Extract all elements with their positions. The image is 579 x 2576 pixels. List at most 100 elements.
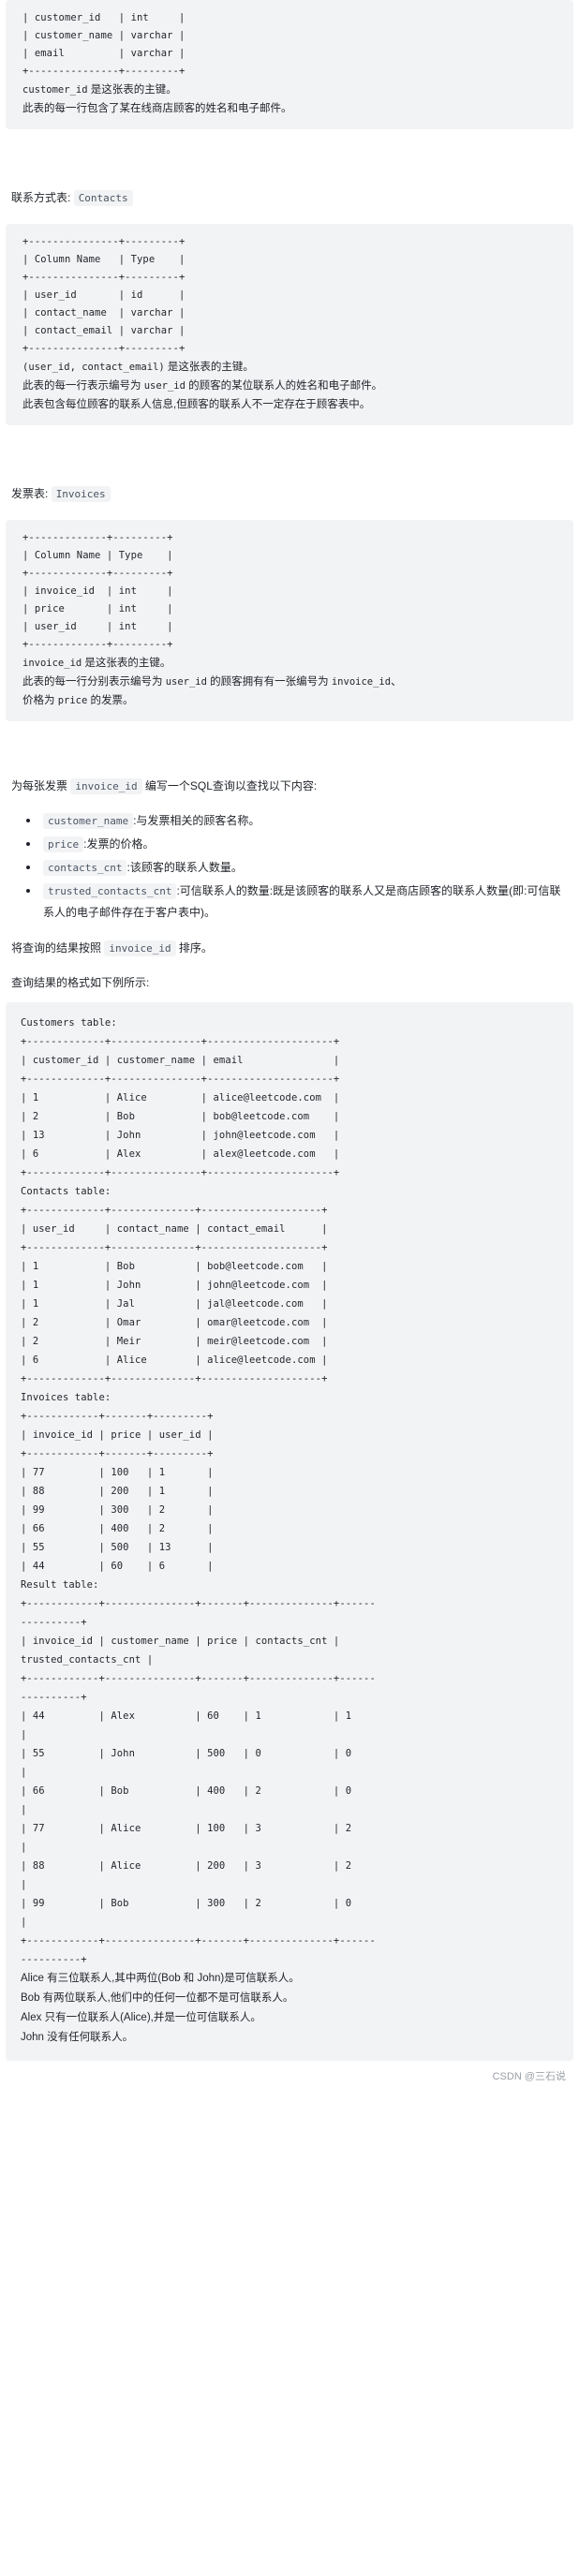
- code-line: | 2 | Meir | meir@leetcode.com |: [21, 1336, 328, 1347]
- list-item: price:发票的价格。: [26, 834, 568, 855]
- code-line: | 55 | John | 500 | 0 | 0: [21, 1748, 352, 1759]
- code-line: ----------+: [21, 1617, 87, 1628]
- code-line: | 2 | Bob | bob@leetcode.com |: [21, 1111, 340, 1122]
- bullet-text: :该顾客的联系人数量。: [126, 861, 243, 874]
- code-line: trusted_contacts_cnt |: [21, 1654, 154, 1666]
- code-token: price: [57, 695, 88, 706]
- code-token: customer_id: [22, 84, 88, 96]
- code-line: |: [21, 1879, 27, 1890]
- note-text: 此表的每一行分别表示编号为: [22, 676, 166, 688]
- code-line: | Column Name | Type |: [22, 254, 186, 265]
- code-line: | 1 | Bob | bob@leetcode.com |: [21, 1261, 328, 1272]
- code-line: | invoice_id | customer_name | price | c…: [21, 1636, 340, 1647]
- note-text: 此表的每一行表示编号为: [22, 380, 144, 392]
- code-line: | Column Name | Type |: [22, 550, 173, 561]
- order-text-2: 排序。: [175, 941, 213, 955]
- code-line: +-------------+---------------+---------…: [21, 1073, 340, 1085]
- bullet-code-token: price: [43, 836, 84, 852]
- example-explanation: Alice 有三位联系人,其中两位(Bob 和 John)是可信联系人。: [21, 1973, 300, 1984]
- code-line: |: [21, 1804, 27, 1815]
- note-text: 、: [391, 676, 402, 688]
- code-line: +-------------+---------+: [22, 532, 173, 543]
- contacts-extra-note: 此表包含每位顾客的联系人信息,但顾客的联系人不一定存在于顾客表中。: [22, 399, 371, 410]
- note-text: 价格为: [22, 695, 58, 706]
- task-order-note: 将查询的结果按照 invoice_id 排序。: [0, 938, 579, 959]
- invoices-primary-key-note: invoice_id 是这张表的主键。: [22, 654, 557, 673]
- bullet-code-token: trusted_contacts_cnt: [43, 883, 177, 899]
- code-line: | customer_id | customer_name | email |: [21, 1055, 340, 1066]
- code-line: ----------+: [21, 1692, 87, 1703]
- example-customers-title: Customers table:: [21, 1017, 117, 1029]
- note-text: 的顾客的某位联系人的姓名和电子邮件。: [185, 380, 383, 392]
- code-line: | 77 | 100 | 1 |: [21, 1467, 214, 1478]
- note-text: 是这张表的主键。: [164, 362, 254, 373]
- task-intro-text: 为每张发票: [11, 779, 71, 792]
- invoices-title-label: 发票表:: [11, 487, 49, 500]
- code-line: | 1 | Alice | alice@leetcode.com |: [21, 1092, 340, 1103]
- code-line: | 1 | Jal | jal@leetcode.com |: [21, 1298, 328, 1310]
- code-line: +-------------+---------------+---------…: [21, 1167, 340, 1178]
- code-line: | 77 | Alice | 100 | 3 | 2: [21, 1823, 352, 1834]
- code-line: | 99 | 300 | 2 |: [21, 1504, 214, 1516]
- code-line: +------------+-------+---------+: [21, 1448, 214, 1459]
- code-line: | 88 | 200 | 1 |: [21, 1486, 214, 1497]
- code-line: +---------------+---------+: [22, 236, 186, 247]
- code-line: | invoice_id | price | user_id |: [21, 1429, 214, 1441]
- invoices-section-title: 发票表: Invoices: [0, 483, 579, 505]
- list-item: customer_name:与发票相关的顾客名称。: [26, 810, 568, 832]
- invoices-table-codeblock: +-------------+---------+ | Column Name …: [6, 520, 573, 721]
- code-line: | user_id | int |: [22, 621, 173, 632]
- code-line: | 44 | Alex | 60 | 1 | 1: [21, 1710, 352, 1722]
- order-code-token: invoice_id: [104, 940, 176, 956]
- code-line: | 66 | Bob | 400 | 2 | 0: [21, 1785, 352, 1797]
- invoices-price-note: 价格为 price 的发票。: [22, 691, 557, 710]
- code-line: | price | int |: [22, 603, 173, 614]
- task-format-note: 查询结果的格式如下例所示:: [11, 976, 150, 989]
- code-line: +-------------+---------+: [22, 568, 173, 579]
- code-line: | user_id | id |: [22, 289, 186, 301]
- code-line: | contact_name | varchar |: [22, 307, 186, 318]
- note-text: 是这张表的主键。: [87, 84, 177, 96]
- example-result-title: Result table:: [21, 1579, 99, 1591]
- bullet-text: :与发票相关的顾客名称。: [133, 814, 260, 827]
- code-line: | contact_email | varchar |: [22, 325, 186, 336]
- code-line: +---------------+---------+: [22, 66, 186, 77]
- contacts-table-name: Contacts: [73, 190, 133, 206]
- example-explanation: John 没有任何联系人。: [21, 2032, 134, 2043]
- code-line: |: [21, 1767, 27, 1778]
- invoices-table-name: Invoices: [51, 486, 111, 502]
- article-page: | customer_id | int | | customer_name | …: [0, 0, 579, 2093]
- code-line: | invoice_id | int |: [22, 585, 173, 597]
- order-text: 将查询的结果按照: [11, 941, 105, 955]
- code-token: (user_id, contact_email): [22, 362, 165, 373]
- code-line: |: [21, 1729, 27, 1740]
- list-item: trusted_contacts_cnt:可信联系人的数量:既是该顾客的联系人又…: [26, 881, 568, 923]
- code-line: +-------------+---------+: [22, 639, 173, 650]
- contacts-section-title: 联系方式表: Contacts: [0, 187, 579, 209]
- customers-table-codeblock: | customer_id | int | | customer_name | …: [6, 0, 573, 129]
- code-line: | 2 | Omar | omar@leetcode.com |: [21, 1317, 328, 1328]
- code-line: | 55 | 500 | 13 |: [21, 1542, 214, 1553]
- code-line: | user_id | contact_name | contact_email…: [21, 1223, 328, 1235]
- code-line: +------------+-------+---------+: [21, 1411, 214, 1422]
- code-line: | 99 | Bob | 300 | 2 | 0: [21, 1898, 352, 1909]
- example-explanation: Alex 只有一位联系人(Alice),并是一位可信联系人。: [21, 2012, 261, 2023]
- bullet-code-token: contacts_cnt: [43, 860, 127, 876]
- bullet-text: :发票的价格。: [83, 837, 155, 851]
- code-line: +---------------+---------+: [22, 343, 186, 354]
- code-line: | email | varchar |: [22, 48, 186, 59]
- list-item: contacts_cnt:该顾客的联系人数量。: [26, 857, 568, 879]
- contacts-table-codeblock: +---------------+---------+ | Column Nam…: [6, 224, 573, 425]
- code-line: +-------------+--------------+----------…: [21, 1373, 328, 1384]
- code-line: | 66 | 400 | 2 |: [21, 1523, 214, 1534]
- code-line: +------------+---------------+-------+--…: [21, 1673, 376, 1684]
- note-text: 的发票。: [87, 695, 134, 706]
- code-line: +------------+---------------+-------+--…: [21, 1598, 376, 1609]
- code-line: +------------+---------------+-------+--…: [21, 1935, 376, 1947]
- code-line: +-------------+---------------+---------…: [21, 1036, 340, 1047]
- code-line: | 6 | Alex | alex@leetcode.com |: [21, 1148, 340, 1160]
- contacts-primary-key-note: (user_id, contact_email) 是这张表的主键。: [22, 358, 557, 377]
- code-line: ----------+: [21, 1954, 87, 1965]
- contacts-title-label: 联系方式表:: [11, 191, 71, 204]
- example-contacts-title: Contacts table:: [21, 1186, 111, 1197]
